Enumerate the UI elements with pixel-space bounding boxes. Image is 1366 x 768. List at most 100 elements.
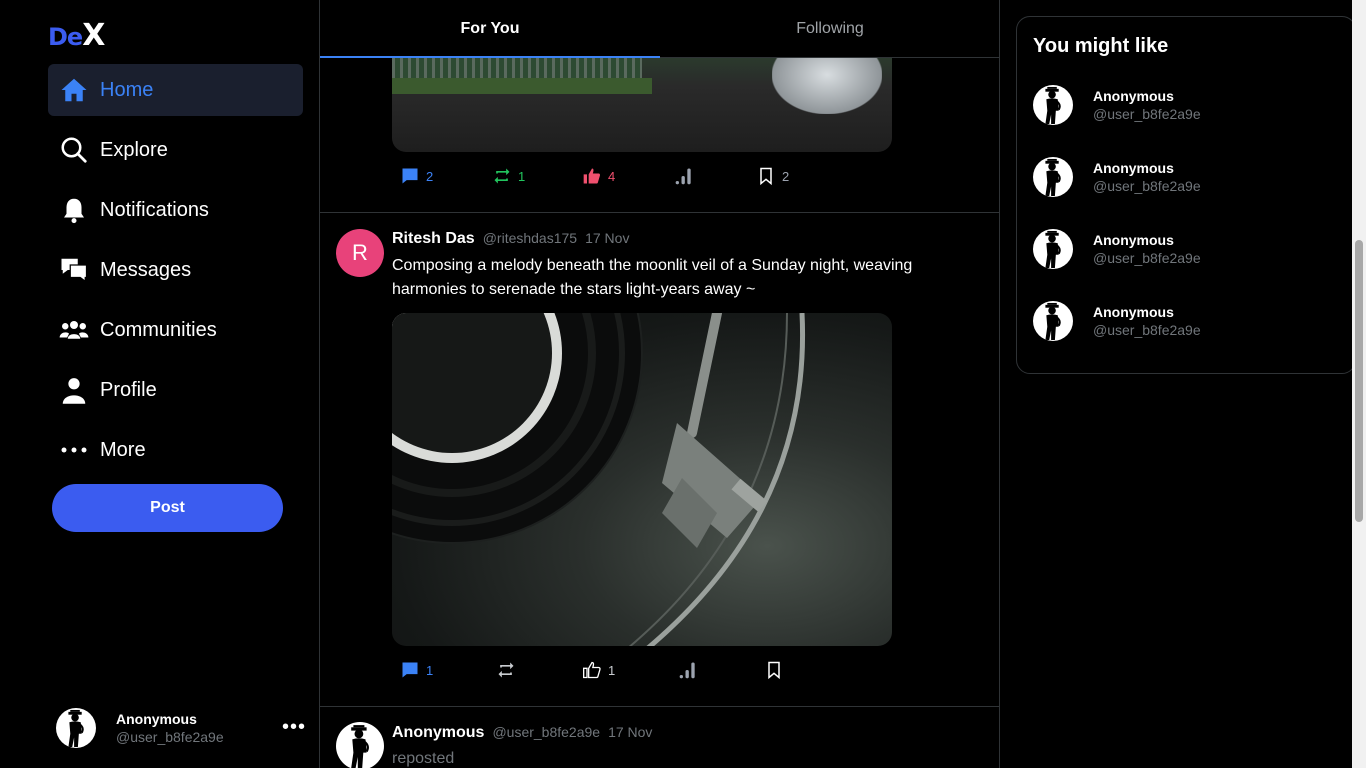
nav-item-label: Profile <box>100 378 157 401</box>
feed-tabs: For You Following <box>320 0 999 58</box>
avatar <box>1033 229 1073 269</box>
comment-count: 1 <box>426 662 434 678</box>
suggestion-item[interactable]: Anonymous @user_b8fe2a9e <box>1033 155 1333 199</box>
post-divider <box>320 706 999 707</box>
post-image[interactable] <box>392 58 892 152</box>
nav-item-profile[interactable]: Profile <box>48 364 303 416</box>
nav-item-label: More <box>100 438 146 461</box>
views-button[interactable] <box>674 166 700 186</box>
thumbs-up-icon <box>583 661 601 679</box>
post-header: Anonymous @user_b8fe2a9e 17 Nov <box>392 724 652 742</box>
avatar <box>56 708 96 748</box>
more-options-icon[interactable]: ••• <box>282 716 306 739</box>
anonymous-figure-icon <box>1035 302 1071 340</box>
nav-item-explore[interactable]: Explore <box>48 124 303 176</box>
repost-button[interactable] <box>496 660 522 680</box>
avatar <box>1033 85 1073 125</box>
account-handle: @user_b8fe2a9e <box>116 729 224 745</box>
suggestion-name: Anonymous <box>1093 232 1174 248</box>
views-button[interactable] <box>678 660 704 680</box>
anonymous-figure-icon <box>339 724 381 768</box>
post-author-name[interactable]: Ritesh Das <box>392 230 475 248</box>
bookmark-button[interactable] <box>764 660 790 680</box>
search-icon <box>58 134 90 166</box>
account-switcher[interactable]: Anonymous @user_b8fe2a9e ••• <box>56 706 306 750</box>
nav-item-label: Notifications <box>100 198 209 221</box>
nav-item-notifications[interactable]: Notifications <box>48 184 303 236</box>
bookmark-icon <box>760 167 772 186</box>
nav-item-label: Messages <box>100 258 192 281</box>
views-icon <box>679 662 695 679</box>
views-icon <box>675 168 691 185</box>
bell-icon <box>58 194 90 226</box>
right-sidebar: You might like Anonymous @user_b8fe2a9e … <box>1000 0 1366 768</box>
suggestion-item[interactable]: Anonymous @user_b8fe2a9e <box>1033 227 1333 271</box>
comment-count: 2 <box>426 168 434 184</box>
suggestion-handle: @user_b8fe2a9e <box>1093 178 1201 194</box>
nav-item-label: Explore <box>100 138 168 161</box>
suggestions-panel: You might like Anonymous @user_b8fe2a9e … <box>1016 16 1356 374</box>
messages-icon <box>58 254 90 286</box>
comment-icon <box>402 662 418 678</box>
post-date: 17 Nov <box>585 230 630 246</box>
post-header: Ritesh Das @riteshdas175 17 Nov <box>392 230 629 248</box>
post-image[interactable] <box>392 313 892 646</box>
post-divider <box>320 212 999 213</box>
nav-item-label: Home <box>100 78 154 101</box>
anonymous-figure-icon <box>1035 86 1071 124</box>
bookmark-button[interactable]: 2 <box>756 166 789 186</box>
avatar <box>1033 157 1073 197</box>
turntable-illustration <box>392 313 806 646</box>
suggestion-handle: @user_b8fe2a9e <box>1093 322 1201 338</box>
suggestions-title: You might like <box>1033 35 1169 57</box>
anonymous-figure-icon <box>1035 158 1071 196</box>
post-actions: 1 1 <box>320 660 999 684</box>
post-button[interactable]: Post <box>52 484 283 532</box>
comment-button[interactable]: 1 <box>400 660 433 680</box>
home-icon <box>58 74 90 106</box>
avatar[interactable]: R <box>336 229 384 277</box>
suggestion-name: Anonymous <box>1093 160 1174 176</box>
like-count: 1 <box>608 662 616 678</box>
post-author-handle[interactable]: @riteshdas175 <box>483 230 577 246</box>
nav-item-more[interactable]: More <box>48 424 303 476</box>
nav-item-messages[interactable]: Messages <box>48 244 303 296</box>
repost-icon <box>498 662 514 678</box>
anonymous-figure-icon <box>1035 230 1071 268</box>
repost-button[interactable]: 1 <box>492 166 525 186</box>
nav-item-home[interactable]: Home <box>48 64 303 116</box>
suggestion-name: Anonymous <box>1093 304 1174 320</box>
main-nav: Home Explore Notifications Messages Comm… <box>48 64 303 484</box>
like-button[interactable]: 1 <box>582 660 615 680</box>
like-button[interactable]: 4 <box>582 166 615 186</box>
app-logo[interactable]: DeX <box>48 18 105 53</box>
communities-icon <box>58 314 90 346</box>
nav-item-communities[interactable]: Communities <box>48 304 303 356</box>
avatar <box>1033 301 1073 341</box>
account-name: Anonymous <box>116 711 197 727</box>
suggestion-handle: @user_b8fe2a9e <box>1093 250 1201 266</box>
page-scrollbar[interactable] <box>1352 0 1366 768</box>
suggestion-name: Anonymous <box>1093 88 1174 104</box>
tab-following[interactable]: Following <box>660 0 999 57</box>
anonymous-figure-icon <box>58 709 94 747</box>
post-author-name[interactable]: Anonymous <box>392 724 484 742</box>
bookmark-count: 2 <box>782 168 790 184</box>
suggestion-handle: @user_b8fe2a9e <box>1093 106 1201 122</box>
nav-item-label: Communities <box>100 318 217 341</box>
tab-for-you[interactable]: For You <box>320 0 660 58</box>
logo-de: De <box>48 23 83 51</box>
suggestion-item[interactable]: Anonymous @user_b8fe2a9e <box>1033 299 1333 343</box>
comment-button[interactable]: 2 <box>400 166 433 186</box>
suggestion-item[interactable]: Anonymous @user_b8fe2a9e <box>1033 83 1333 127</box>
scrollbar-thumb[interactable] <box>1355 240 1363 522</box>
comment-icon <box>402 168 418 184</box>
more-dots-icon <box>58 434 90 466</box>
post-date: 17 Nov <box>608 724 653 740</box>
post-author-handle[interactable]: @user_b8fe2a9e <box>492 724 600 740</box>
image-car <box>772 58 882 114</box>
avatar[interactable] <box>336 722 384 768</box>
bookmark-icon <box>768 661 780 680</box>
like-count: 4 <box>608 168 616 184</box>
profile-icon <box>58 374 90 406</box>
